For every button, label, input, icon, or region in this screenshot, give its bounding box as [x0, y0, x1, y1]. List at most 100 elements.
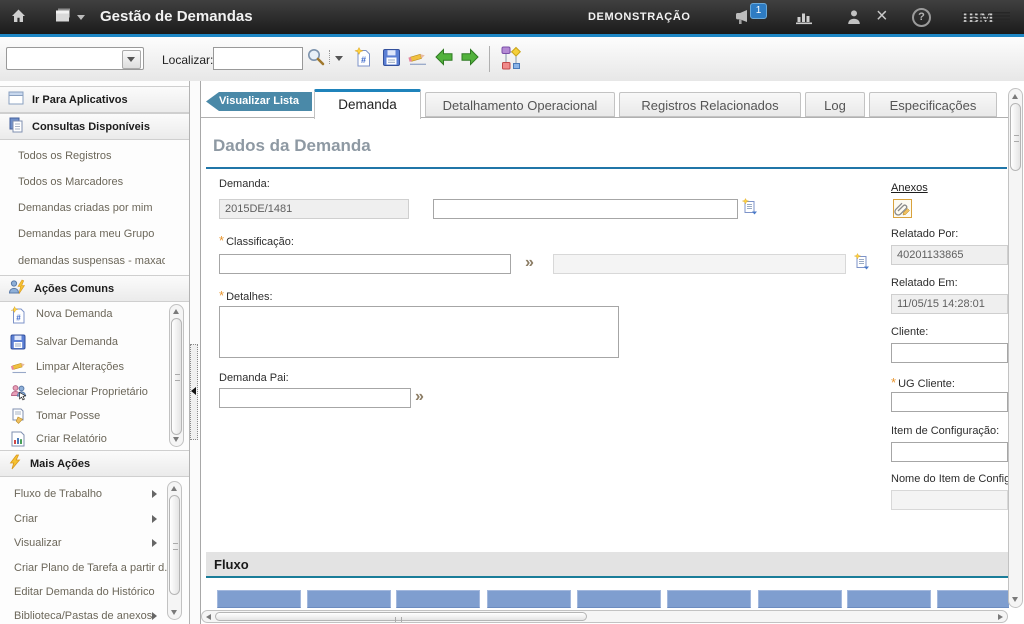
required-marker: * [219, 288, 224, 303]
horizontal-scrollbar[interactable] [201, 610, 1008, 623]
query-item-para-meu-grupo[interactable]: Demandas para meu Grupo [0, 221, 165, 247]
home-icon[interactable] [10, 8, 27, 29]
new-demand-icon: # [10, 306, 27, 329]
query-item-todos-marcadores[interactable]: Todos os Marcadores [0, 169, 165, 195]
menu-criar[interactable]: Criar [0, 507, 164, 531]
relatado-em-field[interactable] [891, 294, 1008, 314]
query-item-todos-registros[interactable]: Todos os Registros [0, 143, 165, 169]
query-select[interactable] [6, 47, 144, 70]
fluxo-node[interactable] [217, 590, 301, 608]
cliente-field[interactable] [891, 343, 1008, 363]
vertical-scrollbar[interactable] [1008, 88, 1023, 608]
action-limpar-alteracoes[interactable]: Limpar Alterações [0, 355, 166, 381]
section-underline [206, 150, 1007, 169]
svg-text:#: # [361, 55, 366, 65]
save-icon[interactable] [382, 48, 401, 72]
menu-criar-plano-tarefa[interactable]: Criar Plano de Tarefa a partir d... [0, 556, 164, 580]
save-demand-icon [10, 334, 26, 355]
action-criar-relatorio[interactable]: Criar Relatório [0, 427, 166, 450]
action-salvar-demanda[interactable]: Salvar Demanda [0, 330, 166, 356]
demanda-pai-detail-menu-button[interactable]: » [415, 387, 424, 407]
reports-chart-icon[interactable] [795, 10, 814, 30]
sidebar-queries-label: Consultas Disponíveis [32, 121, 150, 133]
close-icon[interactable]: × [876, 6, 888, 26]
clear-changes-icon[interactable] [407, 49, 429, 71]
notification-count-badge[interactable]: 1 [750, 3, 767, 19]
demanda-id-field[interactable] [219, 199, 409, 219]
common-actions-scrollbar[interactable] [169, 304, 184, 447]
fluxo-node[interactable] [487, 590, 571, 608]
select-owner-icon [10, 384, 28, 406]
demanda-pai-field[interactable] [219, 388, 411, 408]
sidebar-more-actions-header[interactable]: Mais Ações [0, 450, 189, 477]
fluxo-node[interactable] [758, 590, 842, 608]
nome-item-config-label: Nome do Item de Configu [891, 473, 1009, 485]
long-description-icon[interactable] [741, 198, 759, 221]
query-select-button[interactable] [122, 50, 141, 69]
svg-text:#: # [16, 314, 21, 323]
query-item-suspensas-maxadmin[interactable]: demandas suspensas - maxadmin [0, 248, 165, 274]
menu-fluxo-de-trabalho[interactable]: Fluxo de Trabalho [0, 482, 164, 506]
sidebar-common-actions-label: Ações Comuns [34, 283, 114, 295]
next-record-icon[interactable] [460, 48, 480, 71]
tab-detalhamento-operacional[interactable]: Detalhamento Operacional [425, 92, 615, 117]
item-configuracao-label: Item de Configuração: [891, 425, 999, 437]
submenu-arrow-icon [152, 490, 157, 498]
fluxo-node[interactable] [577, 590, 661, 608]
application-window: Gestão de Demandas DEMONSTRAÇÃO 1 × ? IB… [0, 0, 1024, 624]
clear-changes-small-icon [10, 359, 28, 379]
previous-record-icon[interactable] [434, 48, 454, 71]
collapse-sidebar-arrow-icon[interactable] [191, 387, 196, 395]
menu-biblioteca-pastas-anexos[interactable]: Biblioteca/Pastas de anexos [0, 604, 164, 624]
anexos-link[interactable]: Anexos [891, 182, 928, 194]
sidebar-available-queries-header[interactable]: Consultas Disponíveis [0, 113, 189, 140]
long-description-icon[interactable] [853, 253, 871, 276]
attachment-clip-icon[interactable] [893, 199, 912, 223]
more-actions-scrollbar[interactable] [167, 481, 182, 620]
search-options-caret-icon[interactable] [335, 56, 343, 61]
submenu-arrow-icon [152, 612, 157, 620]
classificacao-detail-menu-button[interactable]: » [525, 253, 534, 273]
user-profile-icon[interactable] [846, 9, 862, 30]
find-input[interactable] [213, 47, 303, 70]
workflow-route-icon[interactable] [500, 45, 523, 76]
ug-cliente-field[interactable] [891, 392, 1008, 412]
create-report-icon [10, 431, 26, 450]
tab-demanda[interactable]: Demanda [314, 89, 421, 119]
tab-registros-relacionados[interactable]: Registros Relacionados [619, 92, 801, 117]
nome-item-config-field[interactable] [891, 490, 1008, 510]
tab-especificacoes[interactable]: Especificações [869, 92, 997, 117]
ug-cliente-label: *UG Cliente: [891, 375, 955, 390]
fluxo-node[interactable] [667, 590, 751, 608]
view-list-button[interactable]: Visualizar Lista [206, 92, 312, 111]
cliente-label: Cliente: [891, 326, 928, 338]
applications-menu-icon[interactable] [54, 8, 72, 28]
applications-menu-caret-icon[interactable] [77, 15, 85, 20]
sidebar-common-actions-header[interactable]: Ações Comuns [0, 275, 189, 302]
fluxo-node[interactable] [307, 590, 391, 608]
detalhes-textarea[interactable] [219, 306, 619, 358]
action-selecionar-proprietario[interactable]: Selecionar Proprietário [0, 380, 166, 406]
tab-log[interactable]: Log [805, 92, 865, 117]
help-icon[interactable]: ? [912, 8, 931, 27]
classificacao-field[interactable] [219, 254, 511, 274]
sidebar-splitter[interactable] [190, 81, 200, 624]
item-configuracao-field[interactable] [891, 442, 1008, 462]
menu-editar-demanda-historico[interactable]: Editar Demanda do Histórico [0, 580, 164, 604]
classificacao-description-field[interactable] [553, 254, 846, 274]
search-icon[interactable] [306, 48, 327, 72]
new-record-icon[interactable]: # [354, 47, 373, 72]
sidebar-goto-applications[interactable]: Ir Para Aplicativos [0, 86, 189, 113]
fluxo-node[interactable] [396, 590, 480, 608]
action-nova-demanda[interactable]: # Nova Demanda [0, 302, 166, 328]
required-marker: * [891, 375, 896, 390]
required-marker: * [219, 233, 224, 248]
fluxo-node[interactable] [847, 590, 931, 608]
query-item-criadas-por-mim[interactable]: Demandas criadas por mim [0, 195, 165, 221]
app-title: Gestão de Demandas [100, 8, 253, 25]
demanda-description-field[interactable] [433, 199, 738, 219]
fluxo-node[interactable] [937, 590, 1009, 608]
more-actions-bolt-icon [8, 454, 22, 473]
relatado-por-field[interactable] [891, 245, 1008, 265]
menu-visualizar[interactable]: Visualizar [0, 531, 164, 555]
